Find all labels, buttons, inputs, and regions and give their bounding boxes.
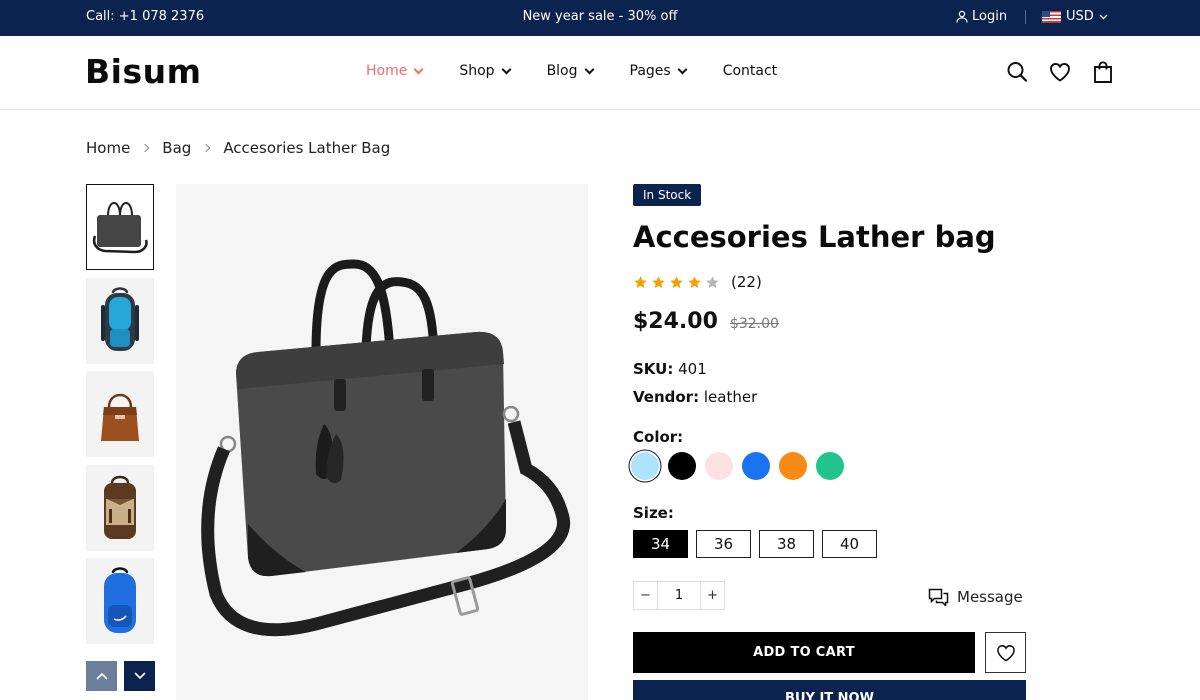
sku-row: SKU: 401 [633,360,707,378]
login-link[interactable]: Login [956,9,1007,24]
star-icon [633,275,648,290]
add-to-wishlist-button[interactable] [985,632,1026,673]
quantity-decrease-button[interactable]: − [634,582,657,609]
add-to-cart-button[interactable]: ADD TO CART [633,632,975,673]
color-swatch-pink[interactable] [705,452,733,480]
chevron-down-icon [501,64,512,74]
nav-label: Pages [629,63,671,79]
thumbnail-down-button[interactable] [124,661,155,691]
promo-text: New year sale - 30% off [522,9,678,24]
size-option[interactable]: 38 [759,530,814,558]
vendor-value: leather [703,388,758,406]
logo[interactable]: Bisum [85,52,202,91]
thumbnail-blue-backpack[interactable] [86,277,154,364]
price-block: $24.00 $32.00 [633,309,779,334]
color-swatch-green[interactable] [816,452,844,480]
size-option[interactable]: 40 [822,530,877,558]
thumbnail-blue-sport-backpack[interactable] [86,558,154,644]
us-flag-icon [1042,10,1061,23]
product-rating[interactable]: (22) [633,273,762,291]
message-link[interactable]: Message [928,588,1023,606]
header-icons [1006,60,1114,84]
stock-badge: In Stock [633,184,702,206]
search-icon[interactable] [1006,60,1028,84]
thumbnail-up-button[interactable] [86,661,117,691]
review-count: (22) [731,273,762,291]
quantity-input[interactable]: 1 [657,582,701,609]
star-icon [669,275,684,290]
size-option[interactable]: 36 [696,530,751,558]
top-announcement-bar: Call: +1 078 2376 New year sale - 30% of… [0,0,1200,36]
login-label: Login [972,9,1008,24]
chevron-down-icon [133,672,146,680]
chevron-down-icon [677,64,688,74]
nav-item-contact[interactable]: Contact [723,63,777,79]
size-label: Size: [633,504,674,522]
nav-label: Contact [722,63,778,79]
shopping-bag-icon[interactable] [1092,60,1114,84]
size-option[interactable]: 34 [633,530,688,558]
vendor-row: Vendor: leather [633,388,757,406]
chevron-right-icon [202,143,211,153]
sku-label: SKU: [633,360,674,378]
chevron-right-icon [141,143,150,153]
chevron-up-icon [95,672,108,680]
site-header: Bisum Home Shop Blog Pages Contact [0,36,1200,110]
color-label: Color: [633,428,684,446]
user-icon [956,10,968,23]
breadcrumb: Home Bag Accesories Lather Bag [86,139,390,157]
currency-label: USD [1066,9,1094,24]
thumbnail-brown-handbag[interactable] [86,371,154,457]
nav-item-pages[interactable]: Pages [629,63,688,79]
current-price: $24.00 [633,309,718,334]
product-main-image[interactable] [176,184,588,700]
product-title: Accesories Lather bag [633,220,996,254]
nav-item-blog[interactable]: Blog [546,63,594,79]
quantity-stepper: − 1 + [633,581,725,610]
color-swatch-blue[interactable] [742,452,770,480]
message-label: Message [957,588,1023,606]
quantity-increase-button[interactable]: + [701,582,724,609]
heart-icon[interactable] [1049,60,1071,84]
thumbnail-nav [86,661,155,691]
breadcrumb-current: Accesories Lather Bag [223,139,391,157]
size-options: 34 36 38 40 [633,530,877,558]
nav-item-shop[interactable]: Shop [459,63,512,79]
color-swatches [631,452,844,480]
thumbnail-gallery [86,184,154,652]
star-empty-icon [705,275,720,290]
heart-icon [996,644,1015,662]
old-price: $32.00 [729,316,779,332]
star-icon [651,275,666,290]
currency-selector[interactable]: USD [1042,9,1108,24]
chevron-down-icon [413,64,424,74]
buy-now-button[interactable]: BUY IT NOW [633,680,1026,700]
chat-icon [928,588,949,606]
nav-label: Blog [546,63,578,79]
sku-value: 401 [678,360,707,378]
color-swatch-orange[interactable] [779,452,807,480]
color-swatch-black[interactable] [668,452,696,480]
thumbnail-black-laptop-bag[interactable] [86,184,154,270]
vendor-label: Vendor: [633,388,700,406]
main-nav: Home Shop Blog Pages Contact [366,63,814,79]
nav-label: Shop [459,63,495,79]
thumbnail-brown-rucksack[interactable] [86,464,154,551]
chevron-down-icon [1099,14,1108,19]
breadcrumb-bag[interactable]: Bag [162,139,191,157]
star-icon [687,275,702,290]
nav-item-home[interactable]: Home [366,63,424,79]
leather-bag-image [201,259,570,637]
breadcrumb-home[interactable]: Home [86,139,130,157]
chevron-down-icon [584,64,594,74]
color-swatch-light-blue[interactable] [631,452,659,480]
divider [1025,10,1026,24]
product-info: In Stock [633,184,1033,206]
nav-label: Home [366,63,408,79]
